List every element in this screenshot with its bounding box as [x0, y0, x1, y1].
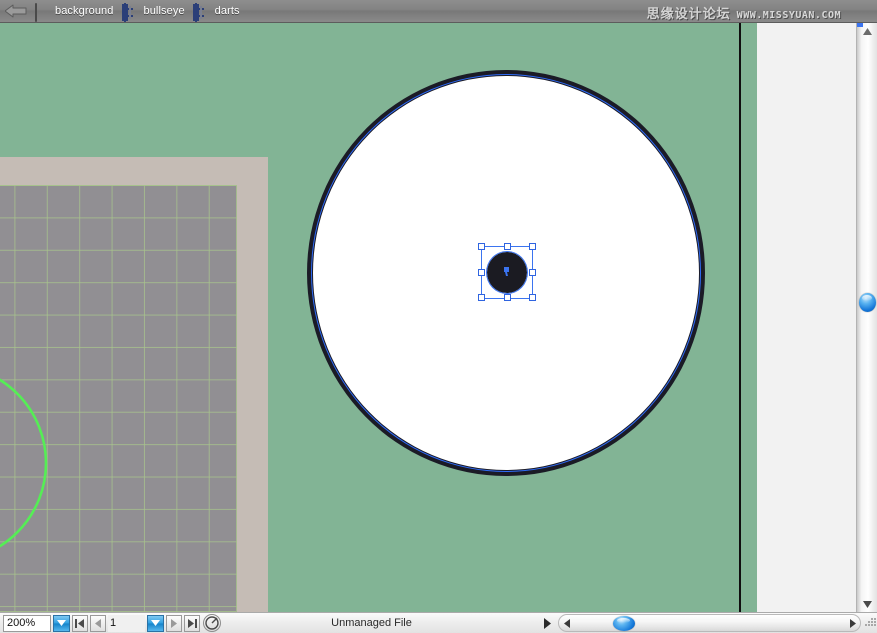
- reference-image-panel[interactable]: [0, 157, 268, 612]
- selection-handle-bottom-right[interactable]: [529, 294, 536, 301]
- status-bar: 200% 1 Unmanaged File: [0, 612, 877, 633]
- selection-handle-top-left[interactable]: [478, 243, 485, 250]
- symbol-icon: [123, 2, 139, 22]
- document-status-text: Unmanaged File: [331, 617, 412, 629]
- application-window: background bullseye darts 思缘设计论坛 WWW.MIS…: [0, 0, 877, 633]
- scroll-right-arrow-icon[interactable]: [844, 615, 860, 631]
- first-page-button[interactable]: [72, 614, 88, 632]
- reference-grid: [0, 185, 237, 612]
- selection-handle-top-right[interactable]: [529, 243, 536, 250]
- breadcrumb-item-background[interactable]: background: [33, 0, 120, 22]
- last-page-button[interactable]: [184, 614, 200, 632]
- add-page-button[interactable]: [203, 614, 221, 632]
- next-page-button[interactable]: [166, 614, 182, 632]
- horizontal-scrollbar-thumb[interactable]: [613, 616, 635, 631]
- breadcrumb-item-bullseye[interactable]: bullseye: [122, 0, 191, 22]
- breadcrumb-label: darts: [214, 5, 240, 17]
- layer-stack-icon: [35, 2, 50, 22]
- vertical-scrollbar[interactable]: [856, 23, 877, 612]
- selection-handle-top-center[interactable]: [503, 243, 511, 250]
- page-number-input[interactable]: 1: [108, 614, 145, 632]
- document-canvas[interactable]: [0, 23, 856, 612]
- watermark: 思缘设计论坛 WWW.MISSYUAN.COM: [647, 3, 841, 22]
- bullseye-dot-shape[interactable]: [487, 252, 527, 293]
- watermark-chinese-text: 思缘设计论坛: [646, 7, 731, 22]
- breadcrumb-item-darts[interactable]: darts: [193, 0, 246, 22]
- window-resize-grip[interactable]: [862, 614, 877, 632]
- scroll-up-arrow-icon[interactable]: [857, 23, 877, 39]
- breadcrumb-label: background: [55, 5, 114, 17]
- scroll-down-arrow-icon[interactable]: [857, 596, 877, 612]
- reference-dartboard-art: [0, 378, 48, 548]
- status-expand-arrow-icon[interactable]: [540, 614, 556, 632]
- horizontal-scrollbar[interactable]: [558, 614, 861, 632]
- object-breadcrumb-bar: background bullseye darts 思缘设计论坛 WWW.MIS…: [0, 0, 877, 23]
- scroll-left-arrow-icon[interactable]: [559, 615, 575, 631]
- selection-handle-middle-left[interactable]: [478, 268, 485, 276]
- watermark-url-text: WWW.MISSYUAN.COM: [736, 10, 841, 21]
- selection-handle-bottom-center[interactable]: [503, 294, 511, 301]
- symbol-icon: [194, 2, 210, 22]
- selection-handle-bottom-left[interactable]: [478, 294, 485, 301]
- back-arrow-icon[interactable]: [5, 4, 27, 18]
- breadcrumb-label: bullseye: [143, 5, 185, 17]
- page-edge-guide: [739, 23, 741, 612]
- page-selector-dropdown-button[interactable]: [147, 614, 164, 632]
- previous-page-button[interactable]: [90, 614, 106, 632]
- zoom-level-input[interactable]: 200%: [3, 614, 51, 632]
- zoom-level-dropdown-button[interactable]: [53, 614, 70, 632]
- vertical-scrollbar-thumb[interactable]: [859, 293, 876, 312]
- selection-handle-middle-right[interactable]: [529, 268, 536, 276]
